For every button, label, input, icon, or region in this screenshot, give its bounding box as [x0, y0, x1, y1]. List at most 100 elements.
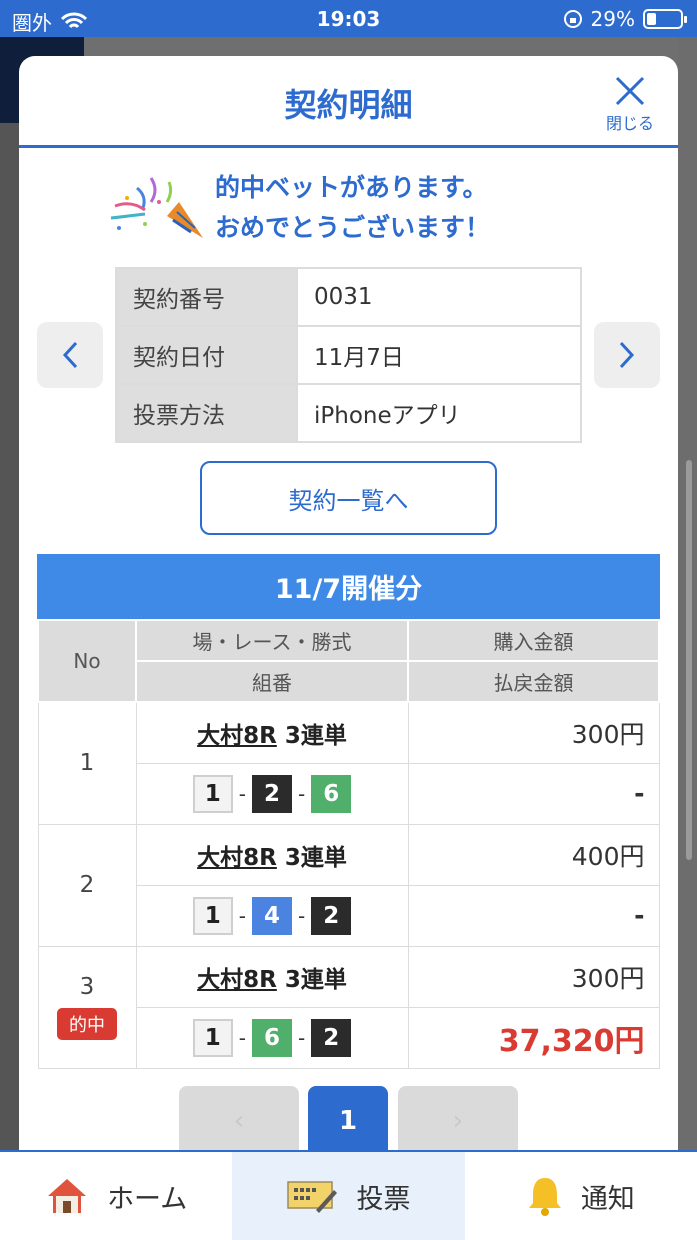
contract-date-value: 11月7日 [296, 325, 582, 385]
background-page [0, 37, 19, 1152]
congrats-banner: 的中ベットがあります。 おめでとうございます！ [107, 168, 490, 248]
race-venue-link[interactable]: 大村8R [197, 967, 277, 993]
chevron-right-icon [619, 341, 635, 369]
contract-list-button[interactable]: 契約一覧へ [200, 461, 497, 535]
header-payout: 払戻金額 [407, 660, 660, 703]
combo-box-2: 4 [252, 896, 292, 935]
bet-type: 3連単 [284, 966, 347, 993]
page-next-button[interactable]: › [398, 1086, 518, 1152]
tab-notice[interactable]: 通知 [465, 1152, 697, 1240]
bet-combo: 1- 4- 2 [135, 884, 409, 947]
next-contract-button[interactable] [594, 322, 660, 388]
table-row: 3 的中 大村8R 3連単 300円 [37, 945, 660, 1069]
header-purchase: 購入金額 [407, 619, 660, 662]
combo: 1- 6- 2 [192, 1018, 352, 1057]
hit-badge: 的中 [57, 1008, 117, 1040]
table-header-row: No 場・レース・勝式 購入金額 [37, 619, 660, 703]
page-current[interactable]: 1 [308, 1086, 388, 1152]
dash: - [238, 781, 246, 806]
battery-percent: 29% [590, 7, 635, 31]
bell-icon [528, 1178, 561, 1216]
race-venue-link[interactable]: 大村8R [197, 845, 277, 871]
bet-payout: - [407, 884, 660, 947]
bet-amount: 400円 [407, 823, 660, 886]
contract-info-row: 契約日付 11月7日 [115, 325, 582, 385]
race-name: 大村8R 3連単 [197, 723, 347, 749]
dash: - [298, 903, 306, 928]
battery-level [647, 13, 656, 25]
table-row: 1 大村8R 3連単 300円 [37, 701, 660, 825]
status-bar: 圏外 19:03 29% [0, 0, 697, 37]
bets-table: No 場・レース・勝式 購入金額 組番 払戻金額 1 大村8R 3連単 300円… [37, 619, 660, 1069]
header-race: 場・レース・勝式 [135, 619, 409, 662]
dash: - [298, 1025, 306, 1050]
bet-amount: 300円 [407, 945, 660, 1008]
congrats-line-2: おめでとうございます！ [215, 213, 491, 242]
home-icon [48, 1179, 87, 1213]
modal-header: 契約明細 閉じる [19, 56, 678, 148]
bet-combo: 1- 6- 2 [135, 1006, 409, 1069]
tab-vote[interactable]: 投票 [232, 1152, 465, 1240]
combo-box-1: 1 [192, 1018, 233, 1057]
combo-box-3: 2 [311, 1018, 352, 1057]
combo-box-2: 2 [252, 774, 292, 813]
vote-method-label: 投票方法 [115, 383, 298, 443]
combo-box-3: 2 [311, 896, 352, 935]
bet-amount: 300円 [407, 701, 660, 764]
close-button[interactable]: 閉じる [598, 70, 662, 136]
contract-number-label: 契約番号 [115, 267, 298, 327]
dash: - [298, 781, 306, 806]
contract-info-row: 投票方法 iPhoneアプリ [115, 383, 582, 443]
dash: - [238, 903, 246, 928]
contract-info-table: 契約番号 0031 契約日付 11月7日 投票方法 iPhoneアプリ [115, 267, 582, 443]
ticket-icon [287, 1181, 338, 1213]
contract-detail-modal: 契約明細 閉じる 的中ベットがあります。 おめでとうございます！ 契約番号 00… [19, 56, 678, 1152]
previous-contract-button[interactable] [37, 322, 103, 388]
combo-box-2: 6 [252, 1018, 292, 1057]
party-popper-icon [110, 177, 203, 238]
congrats-text: 的中ベットがあります。 おめでとうございます！ [215, 168, 490, 248]
close-label: 閉じる [605, 114, 654, 133]
bet-no-cell: 3 的中 [37, 945, 137, 1069]
bottom-tab-bar: ホーム 投票 通知 [0, 1150, 697, 1240]
combo-box-1: 1 [192, 896, 233, 935]
bet-no: 3 [79, 974, 95, 1000]
orientation-lock-icon [563, 10, 582, 28]
chevron-left-icon [62, 341, 78, 369]
tab-notice-label: 通知 [580, 1183, 635, 1215]
bet-payout-win: 37,320円 [407, 1006, 660, 1069]
bet-payout: - [407, 762, 660, 825]
tab-home[interactable]: ホーム [0, 1152, 232, 1240]
combo: 1- 4- 2 [192, 896, 352, 935]
contract-info-row: 契約番号 0031 [115, 267, 582, 327]
header-no: No [37, 619, 137, 703]
close-icon [615, 76, 645, 106]
bet-race: 大村8R 3連単 [135, 701, 409, 764]
congrats-line-1: 的中ベットがあります。 [215, 173, 488, 202]
bet-no: 2 [37, 823, 137, 947]
race-name: 大村8R 3連単 [197, 845, 347, 871]
combo: 1- 2- 6 [192, 774, 352, 813]
tab-home-label: ホーム [107, 1183, 188, 1215]
bet-no: 1 [37, 701, 137, 825]
bet-type: 3連単 [284, 844, 347, 871]
race-venue-link[interactable]: 大村8R [197, 723, 277, 749]
contract-date-label: 契約日付 [115, 325, 298, 385]
tab-vote-label: 投票 [356, 1183, 411, 1215]
bet-race: 大村8R 3連単 [135, 945, 409, 1008]
bet-race: 大村8R 3連単 [135, 823, 409, 886]
scrollbar[interactable] [686, 460, 692, 860]
combo-box-1: 1 [192, 774, 233, 813]
contract-number-value: 0031 [296, 267, 582, 327]
combo-box-3: 6 [311, 774, 352, 813]
header-combo: 組番 [135, 660, 409, 703]
section-title: 11/7開催分 [37, 554, 660, 619]
bet-type: 3連単 [284, 722, 347, 749]
race-name: 大村8R 3連単 [197, 967, 347, 993]
pagination: ‹ 1 › [19, 1086, 678, 1152]
modal-title: 契約明細 [284, 86, 413, 124]
vote-method-value: iPhoneアプリ [296, 383, 582, 443]
dash: - [238, 1025, 246, 1050]
bet-combo: 1- 2- 6 [135, 762, 409, 825]
page-prev-button[interactable]: ‹ [179, 1086, 299, 1152]
